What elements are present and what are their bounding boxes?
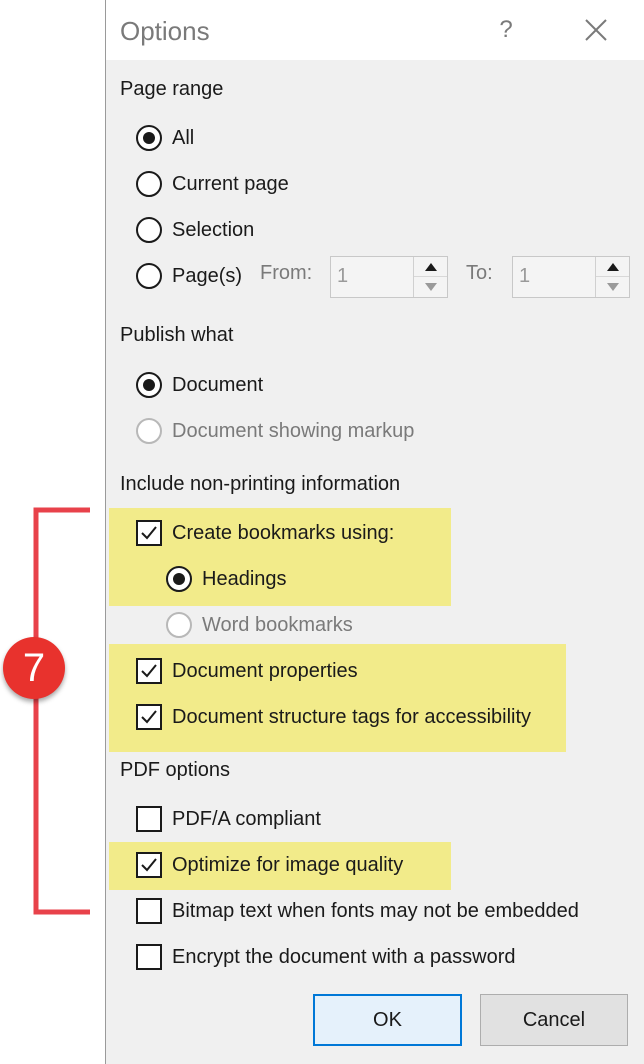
radio-all-circle[interactable] (136, 125, 162, 151)
structure-tags-label: Document structure tags for accessibilit… (172, 705, 532, 728)
dialog-title: Options (120, 16, 210, 46)
pdfa-checkbox[interactable] (136, 806, 162, 832)
create-bookmarks-label: Create bookmarks using: (172, 521, 395, 544)
checkbox-structure-tags[interactable]: Document structure tags for accessibilit… (136, 701, 531, 733)
checkbox-encrypt[interactable]: Encrypt the document with a password (136, 941, 516, 973)
from-spinner-down[interactable] (414, 277, 447, 297)
from-label: From: (260, 262, 313, 284)
radio-headings[interactable]: Headings (166, 563, 287, 595)
help-button[interactable]: ? (494, 14, 518, 46)
options-dialog: Options ? Page range All Current page Se… (105, 0, 644, 1064)
bitmap-text-checkbox[interactable] (136, 898, 162, 924)
radio-current-page-label: Current page (172, 172, 289, 195)
checkmark-icon (141, 526, 157, 540)
structure-tags-checkbox[interactable] (136, 704, 162, 730)
triangle-down-icon (607, 283, 619, 291)
radio-pages[interactable]: Page(s) (136, 260, 242, 292)
radio-word-bookmarks-label: Word bookmarks (202, 613, 353, 636)
radio-pages-label: Page(s) (172, 264, 243, 287)
bitmap-text-label: Bitmap text when fonts may not be embedd… (172, 899, 579, 922)
ok-button[interactable]: OK (313, 994, 462, 1046)
checkbox-pdfa[interactable]: PDF/A compliant (136, 803, 321, 835)
radio-headings-circle[interactable] (166, 566, 192, 592)
radio-all[interactable]: All (136, 122, 194, 154)
radio-word-bookmarks-circle (166, 612, 192, 638)
publish-what-label: Publish what (120, 324, 234, 346)
radio-document-circle[interactable] (136, 372, 162, 398)
checkbox-image-quality[interactable]: Optimize for image quality (136, 849, 403, 881)
doc-properties-checkbox[interactable] (136, 658, 162, 684)
radio-current-page[interactable]: Current page (136, 168, 289, 200)
create-bookmarks-checkbox[interactable] (136, 520, 162, 546)
triangle-down-icon (425, 283, 437, 291)
radio-selection[interactable]: Selection (136, 214, 254, 246)
checkbox-bitmap-text[interactable]: Bitmap text when fonts may not be embedd… (136, 895, 579, 927)
cancel-button[interactable]: Cancel (480, 994, 628, 1046)
from-spinner[interactable]: 1 (330, 256, 448, 298)
radio-all-label: All (172, 126, 195, 149)
checkbox-create-bookmarks[interactable]: Create bookmarks using: (136, 517, 394, 549)
to-spinner-arrows (595, 257, 629, 297)
close-icon (585, 19, 607, 41)
triangle-up-icon (425, 263, 437, 271)
image-quality-checkbox[interactable] (136, 852, 162, 878)
from-spinner-arrows (413, 257, 447, 297)
checkbox-doc-properties[interactable]: Document properties (136, 655, 358, 687)
radio-word-bookmarks: Word bookmarks (166, 609, 353, 641)
non-printing-label: Include non-printing information (120, 473, 401, 495)
radio-current-page-circle[interactable] (136, 171, 162, 197)
page-range-label: Page range (120, 78, 224, 100)
to-value[interactable]: 1 (519, 265, 530, 288)
pdfa-label: PDF/A compliant (172, 807, 321, 830)
annotation-bracket (33, 507, 90, 915)
encrypt-label: Encrypt the document with a password (172, 945, 516, 968)
to-spinner-down[interactable] (596, 277, 629, 297)
radio-document-markup-circle (136, 418, 162, 444)
radio-selection-label: Selection (172, 218, 255, 241)
radio-document-label: Document (172, 373, 264, 396)
to-spinner-up[interactable] (596, 257, 629, 277)
radio-pages-circle[interactable] (136, 263, 162, 289)
radio-headings-label: Headings (202, 567, 287, 590)
title-bar: Options ? (106, 0, 644, 60)
radio-selection-circle[interactable] (136, 217, 162, 243)
checkmark-icon (141, 858, 157, 872)
from-value[interactable]: 1 (337, 265, 348, 288)
encrypt-checkbox[interactable] (136, 944, 162, 970)
from-spinner-up[interactable] (414, 257, 447, 277)
radio-document-markup: Document showing markup (136, 415, 414, 447)
triangle-up-icon (607, 263, 619, 271)
checkmark-icon (141, 710, 157, 724)
close-button[interactable] (580, 14, 612, 46)
doc-properties-label: Document properties (172, 659, 358, 682)
radio-document-markup-label: Document showing markup (172, 419, 415, 442)
checkmark-icon (141, 664, 157, 678)
pdf-options-label: PDF options (120, 759, 231, 781)
to-label: To: (466, 262, 493, 284)
annotation-badge: 7 (3, 637, 65, 699)
image-quality-label: Optimize for image quality (172, 853, 404, 876)
radio-document[interactable]: Document (136, 369, 263, 401)
to-spinner[interactable]: 1 (512, 256, 630, 298)
